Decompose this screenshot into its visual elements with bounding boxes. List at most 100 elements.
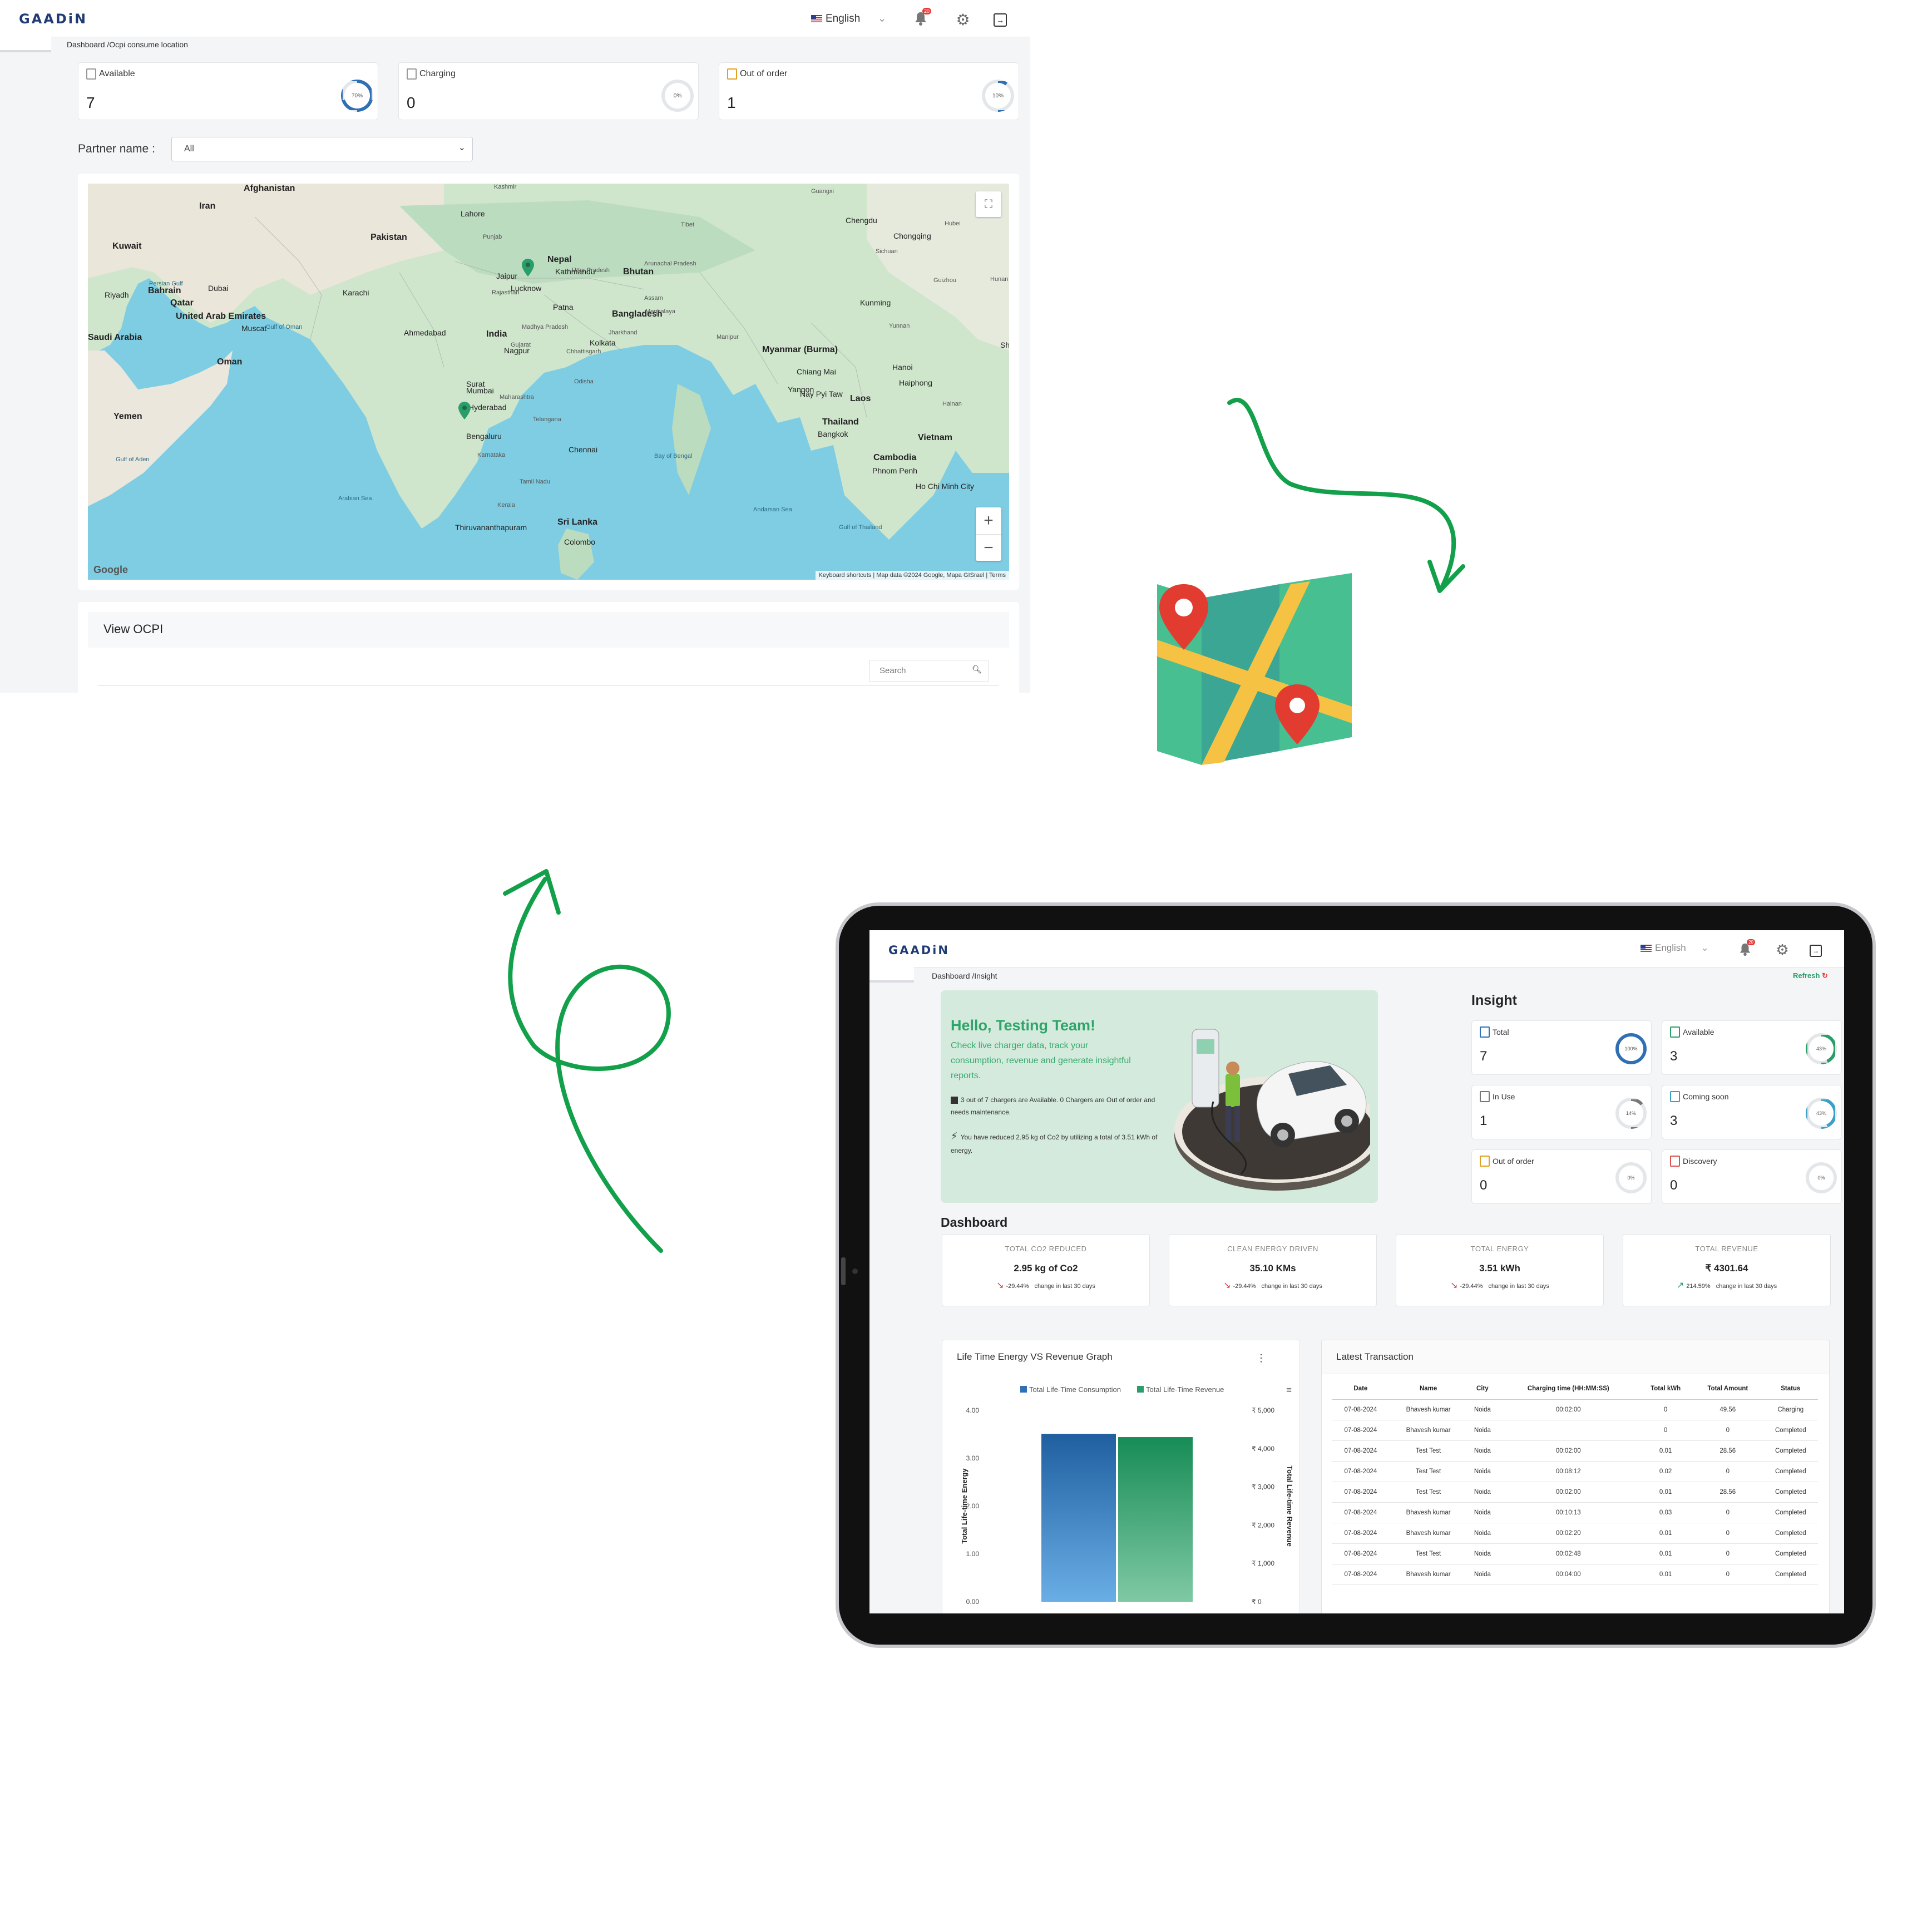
table-cell: Completed	[1763, 1440, 1818, 1462]
kpi-change: ↗ 214.59% change in last 30 days	[1623, 1280, 1830, 1291]
table-header-row: Date Name City Charging time (HH:MM:SS) Tota…	[1332, 1378, 1818, 1400]
kpi-change-percent: -29.44%	[1233, 1283, 1256, 1290]
kpi-value: 2.95 kg of Co2	[1014, 1263, 1078, 1274]
table-cell: 49.56	[1692, 1399, 1763, 1420]
table-cell: 0.01	[1639, 1440, 1692, 1462]
stat-value: 1	[1480, 1113, 1488, 1128]
table-cell: Completed	[1763, 1523, 1818, 1544]
table-cell: Completed	[1763, 1420, 1818, 1441]
table-cell: 0	[1639, 1420, 1692, 1441]
sidebar-collapsed-tab[interactable]	[869, 967, 914, 983]
legend-label[interactable]: Total Life-Time Consumption	[1029, 1385, 1121, 1394]
charger-icon	[1670, 1091, 1680, 1102]
stat-label-row: Total	[1480, 1026, 1509, 1038]
table-cell: Bhavesh kumar	[1389, 1564, 1467, 1585]
table-cell: Noida	[1467, 1564, 1498, 1585]
progress-ring: 43%	[1806, 1098, 1837, 1129]
us-flag-icon	[1641, 945, 1652, 952]
y2-tick-label: ₹ 4,000	[1252, 1445, 1274, 1453]
kpi-title: TOTAL ENERGY	[1470, 1245, 1529, 1253]
charger-icon	[1480, 1091, 1490, 1102]
y2-tick-label: ₹ 1,000	[1252, 1559, 1274, 1567]
insight-card-coming-soon: Coming soon 3 43%	[1662, 1085, 1842, 1139]
table-cell: Test Test	[1389, 1482, 1467, 1503]
graph-title: Life Time Energy VS Revenue Graph	[957, 1351, 1113, 1362]
kpi-title: TOTAL REVENUE	[1695, 1245, 1758, 1253]
column-header[interactable]: Total kWh	[1639, 1378, 1692, 1400]
table-row[interactable]: 07-08-2024 Test Test Noida 00:08:12 0.02 0 Com…	[1332, 1461, 1818, 1482]
column-header[interactable]: Name	[1389, 1378, 1467, 1400]
kpi-change: ↘ -29.44% change in last 30 days	[1169, 1280, 1376, 1291]
table-cell: Completed	[1763, 1482, 1818, 1503]
table-cell: 0.02	[1639, 1461, 1692, 1482]
table-row[interactable]: 07-08-2024 Bhavesh kumar Noida 00:02:00 0 49.…	[1332, 1399, 1818, 1420]
legend-label[interactable]: Total Life-Time Revenue	[1146, 1385, 1224, 1394]
column-header[interactable]: City	[1467, 1378, 1498, 1400]
bar-consumption[interactable]	[1041, 1434, 1116, 1602]
kpi-change-percent: -29.44%	[1460, 1283, 1483, 1290]
legend-swatch[interactable]	[1137, 1386, 1144, 1393]
stat-label-row: Discovery	[1670, 1156, 1717, 1167]
table-cell: 0	[1692, 1523, 1763, 1544]
stat-label: In Use	[1493, 1092, 1515, 1101]
table-cell: 07-08-2024	[1332, 1482, 1390, 1503]
table-cell: Completed	[1763, 1461, 1818, 1482]
gear-icon[interactable]: ⚙	[1774, 941, 1791, 958]
breadcrumb: Dashboard /Insight	[932, 971, 997, 980]
refresh-button[interactable]: Refresh ↻	[1793, 971, 1828, 980]
brand-logo[interactable]: GAADiN	[888, 944, 950, 957]
insight-card-out-of-order: Out of order 0 0%	[1471, 1149, 1652, 1204]
table-cell: 07-08-2024	[1332, 1440, 1390, 1462]
table-cell: 0	[1692, 1564, 1763, 1585]
table-row[interactable]: 07-08-2024 Test Test Noida 00:02:48 0.01 0 Com…	[1332, 1543, 1818, 1564]
column-header[interactable]: Date	[1332, 1378, 1390, 1400]
column-header[interactable]: Total Amount	[1692, 1378, 1763, 1400]
table-cell: 07-08-2024	[1332, 1461, 1390, 1482]
trend-down-icon: ↘	[1223, 1281, 1231, 1290]
table-cell: 00:02:20	[1498, 1523, 1639, 1544]
table-row[interactable]: 07-08-2024 Bhavesh kumar Noida 0 0 Completed	[1332, 1420, 1818, 1441]
table-cell: 0.03	[1639, 1502, 1692, 1523]
table-cell: Test Test	[1389, 1440, 1467, 1462]
logout-icon[interactable]: →	[1810, 945, 1822, 957]
language-selector[interactable]: English ⌄	[1641, 942, 1709, 954]
table-cell: 00:08:12	[1498, 1461, 1639, 1482]
table-row[interactable]: 07-08-2024 Bhavesh kumar Noida 00:04:00 0.01…	[1332, 1564, 1818, 1585]
arrow-head-icon	[503, 869, 561, 915]
insight-title: Insight	[1471, 993, 1517, 1008]
table-row[interactable]: 07-08-2024 Bhavesh kumar Noida 00:02:20 0.01…	[1332, 1523, 1818, 1544]
insight-card-discovery: Discovery 0 0%	[1662, 1149, 1842, 1204]
table-row[interactable]: 07-08-2024 Bhavesh kumar Noida 00:10:13 0.03…	[1332, 1502, 1818, 1523]
more-options-icon[interactable]: ⋮	[1256, 1353, 1266, 1364]
stat-value: 3	[1670, 1049, 1678, 1064]
trend-down-icon: ↘	[1450, 1281, 1458, 1290]
table-cell: Noida	[1467, 1420, 1498, 1441]
bar-revenue[interactable]	[1118, 1437, 1193, 1602]
table-cell: 0	[1692, 1543, 1763, 1564]
y-tick-label: 4.00	[966, 1406, 980, 1414]
welcome-card: Hello, Testing Team! Check live charger …	[941, 990, 1378, 1203]
table-cell: Bhavesh kumar	[1389, 1399, 1467, 1420]
charger-icon	[1480, 1156, 1490, 1167]
ev-charging-illustration	[1174, 1029, 1370, 1191]
trend-up-icon: ↗	[1676, 1281, 1684, 1290]
column-header[interactable]: Charging time (HH:MM:SS)	[1498, 1378, 1639, 1400]
table-cell: Completed	[1763, 1564, 1818, 1585]
charger-icon	[1480, 1026, 1490, 1038]
table-row[interactable]: 07-08-2024 Test Test Noida 00:02:00 0.01 28.5…	[1332, 1482, 1818, 1503]
insight-dashboard-screen: GAADiN English ⌄ 20 ⚙ → Dashboard /Insig…	[869, 930, 1844, 1613]
stat-label-row: In Use	[1480, 1091, 1515, 1102]
table-cell: 0	[1692, 1461, 1763, 1482]
column-header[interactable]: Status	[1763, 1378, 1818, 1400]
table-cell: 00:10:13	[1498, 1502, 1639, 1523]
kpi-card: TOTAL ENERGY 3.51 kWh ↘ -29.44% change in la…	[1396, 1234, 1604, 1306]
table-cell: 07-08-2024	[1332, 1502, 1390, 1523]
notification-bell-icon[interactable]: 20	[1737, 939, 1755, 957]
progress-ring: 14%	[1615, 1098, 1647, 1129]
table-cell: 07-08-2024	[1332, 1523, 1390, 1544]
table-row[interactable]: 07-08-2024 Test Test Noida 00:02:00 0.01 28.5…	[1332, 1440, 1818, 1462]
kpi-change-note: change in last 30 days	[1716, 1283, 1777, 1290]
welcome-subtitle: Check live charger data, track your cons…	[951, 1041, 1131, 1080]
stat-label: Out of order	[1493, 1157, 1534, 1166]
legend-swatch[interactable]	[1020, 1386, 1027, 1393]
